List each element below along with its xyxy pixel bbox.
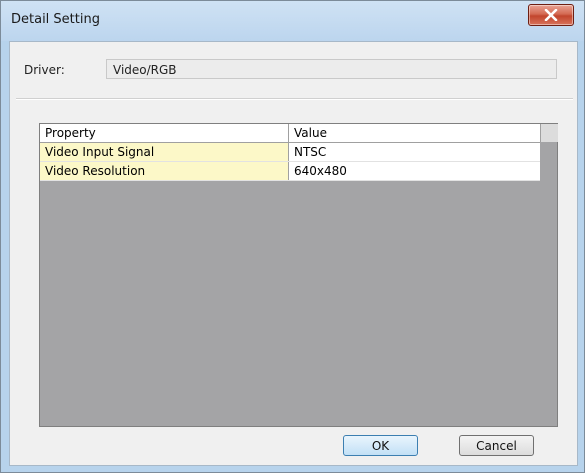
dialog-body: Driver: Video/RGB Property Value Video I… (9, 41, 578, 466)
close-icon (544, 9, 558, 21)
divider (16, 98, 573, 100)
column-header-property[interactable]: Property (40, 124, 289, 142)
close-button[interactable] (528, 4, 574, 26)
property-value-cell[interactable]: 640x480 (289, 162, 540, 180)
property-value-cell[interactable]: NTSC (289, 143, 540, 161)
detail-setting-dialog: Detail Setting Driver: Video/RGB Propert… (0, 0, 585, 473)
ok-button[interactable]: OK (343, 435, 418, 456)
grid-header-corner (540, 124, 558, 142)
column-header-value[interactable]: Value (289, 124, 540, 142)
property-grid[interactable]: Property Value Video Input Signal NTSC V… (39, 123, 558, 427)
grid-header: Property Value (40, 124, 540, 143)
title-bar[interactable]: Detail Setting (1, 1, 584, 41)
table-row[interactable]: Video Input Signal NTSC (40, 143, 540, 162)
table-row[interactable]: Video Resolution 640x480 (40, 162, 540, 181)
driver-label: Driver: (24, 63, 65, 77)
driver-field: Video/RGB (106, 59, 557, 79)
property-name-cell[interactable]: Video Input Signal (40, 143, 289, 161)
dialog-title: Detail Setting (11, 12, 100, 27)
cancel-button[interactable]: Cancel (459, 435, 534, 456)
property-name-cell[interactable]: Video Resolution (40, 162, 289, 180)
